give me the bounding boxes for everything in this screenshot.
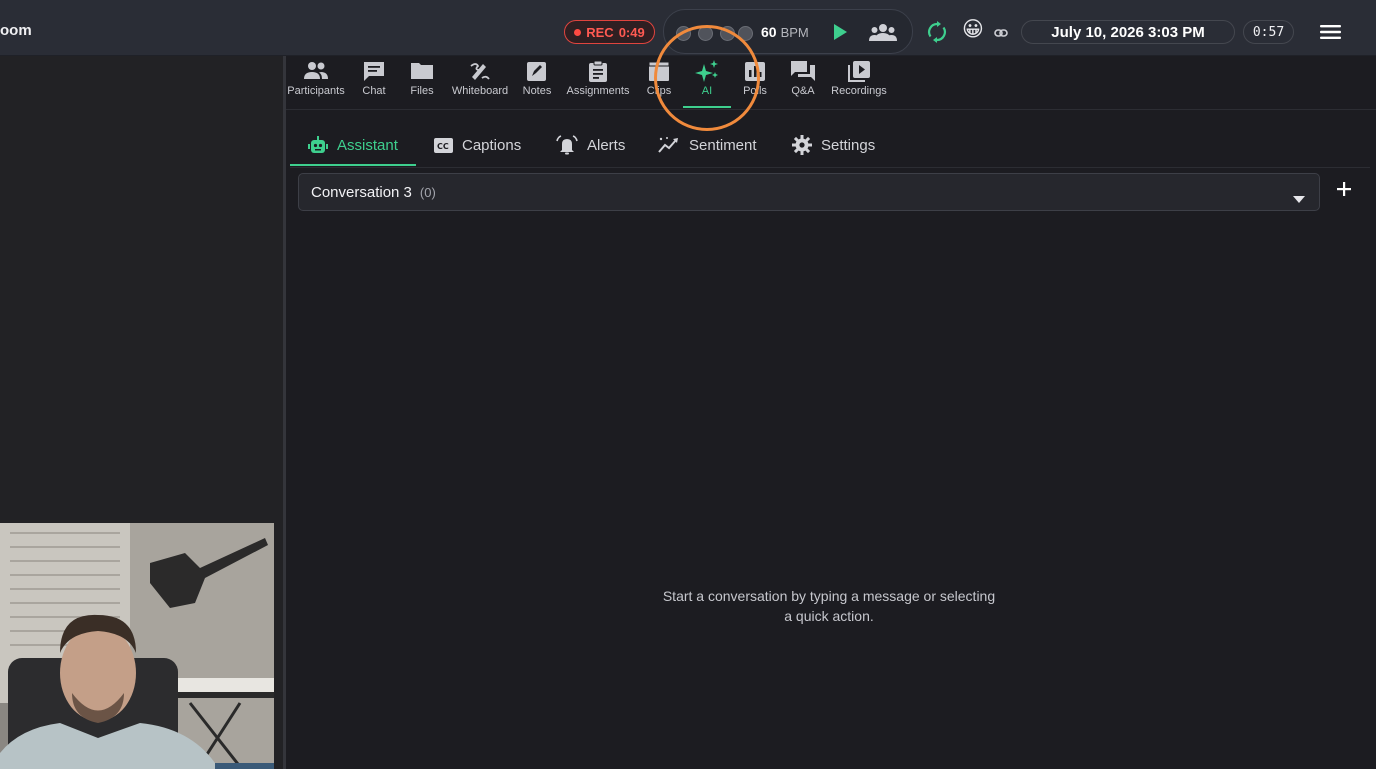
cc-icon: CC	[434, 137, 453, 153]
tab-label: Assistant	[337, 136, 398, 154]
tool-label: Q&A	[791, 85, 815, 97]
active-subtab-indicator	[290, 164, 416, 166]
forum-icon	[791, 61, 815, 81]
tool-assignments[interactable]: Assignments	[564, 60, 632, 108]
empty-conversation-message: Start a conversation by typing a message…	[662, 588, 996, 624]
tool-label: Assignments	[566, 85, 630, 97]
tab-label: Sentiment	[689, 136, 757, 154]
note-icon	[527, 62, 546, 81]
tool-notes[interactable]: Notes	[520, 60, 554, 108]
bpm-value: 60	[761, 24, 777, 40]
participant-video-tile[interactable]	[0, 523, 274, 769]
chat-icon	[364, 62, 384, 81]
tab-label: Captions	[462, 136, 522, 154]
tool-chat[interactable]: Chat	[356, 60, 392, 108]
tool-recordings[interactable]: Recordings	[828, 60, 890, 108]
emoji-button[interactable]: 😀	[962, 18, 984, 42]
video-library-icon	[848, 61, 870, 82]
clipboard-icon	[589, 60, 607, 82]
room-title: oom	[0, 22, 32, 39]
tool-whiteboard[interactable]: Whiteboard	[448, 60, 512, 108]
bpm-unit: BPM	[780, 25, 809, 40]
recording-label: REC	[586, 24, 614, 40]
tool-label: Whiteboard	[451, 85, 509, 97]
chevron-down-icon	[1293, 190, 1305, 208]
participant-video	[0, 523, 274, 769]
tab-settings[interactable]: Settings	[792, 124, 875, 166]
tool-qa[interactable]: Q&A	[786, 60, 820, 108]
bpm-display[interactable]: 60 BPM	[761, 24, 809, 40]
sync-icon[interactable]	[927, 21, 947, 48]
folder-icon	[411, 63, 433, 79]
plus-icon	[1337, 182, 1351, 196]
group-icon[interactable]	[869, 22, 897, 47]
highlight-ring	[654, 25, 760, 131]
tool-label: Chat	[362, 85, 386, 97]
tool-label: Participants	[287, 85, 345, 97]
trend-icon	[658, 137, 678, 153]
session-timer: 0:57	[1243, 20, 1294, 44]
gear-icon	[792, 135, 812, 155]
tool-label: Recordings	[831, 85, 887, 97]
tab-alerts[interactable]: Alerts	[556, 124, 625, 166]
people-icon	[304, 62, 328, 79]
recording-elapsed: 0:49	[618, 24, 645, 40]
tab-sentiment[interactable]: Sentiment	[658, 124, 757, 166]
conversation-count: (0)	[419, 184, 436, 200]
menu-icon[interactable]	[1320, 24, 1341, 45]
record-dot-icon	[574, 28, 582, 36]
recording-badge[interactable]: REC 0:49	[564, 20, 655, 44]
tab-assistant[interactable]: Assistant	[308, 124, 398, 166]
play-icon[interactable]	[832, 23, 848, 46]
conversation-name: Conversation 3	[311, 183, 412, 201]
datetime-display: July 10, 2026 3:03 PM	[1021, 20, 1235, 44]
draw-icon	[470, 63, 490, 80]
svg-text:CC: CC	[437, 142, 449, 151]
tool-participants[interactable]: Participants	[286, 60, 346, 108]
tool-label: Notes	[522, 85, 552, 97]
conversation-select[interactable]: Conversation 3 (0)	[298, 173, 1320, 211]
tool-files[interactable]: Files	[404, 60, 440, 108]
side-panel: Participants Chat Files Whiteboard Notes…	[286, 25, 1376, 769]
add-conversation-button[interactable]	[1336, 181, 1352, 202]
robot-icon	[308, 136, 328, 153]
tool-label: Files	[410, 85, 434, 97]
tab-label: Alerts	[587, 136, 626, 154]
alarm-icon	[556, 135, 578, 155]
ai-subtabs: Assistant CC Captions Alerts Sentiment S…	[290, 124, 1370, 168]
tab-captions[interactable]: CC Captions	[434, 124, 521, 166]
tool-toolbar: Participants Chat Files Whiteboard Notes…	[286, 56, 1376, 110]
tab-label: Settings	[821, 136, 876, 154]
stage-panel	[0, 56, 283, 769]
link-icon[interactable]	[994, 25, 1008, 43]
